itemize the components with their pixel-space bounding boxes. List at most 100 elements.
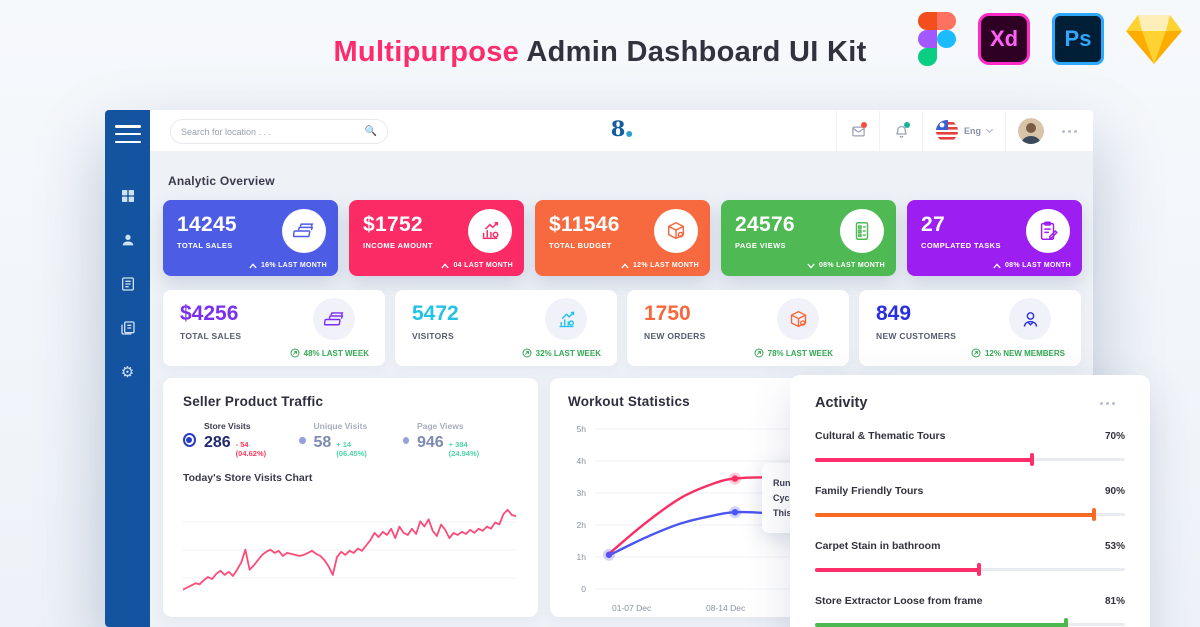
search-input[interactable] xyxy=(181,127,365,137)
customer-icon xyxy=(1009,298,1051,340)
mini-trend: 12% NEW MEMBERS xyxy=(971,348,1065,358)
slider-handle[interactable] xyxy=(977,563,981,576)
slider-handle[interactable] xyxy=(1064,618,1068,627)
metric-page-views[interactable]: Page Views 946 + 384 (24.94%) xyxy=(403,421,492,458)
search-icon[interactable]: 🔍 xyxy=(365,126,377,137)
sidebar-item-users[interactable] xyxy=(118,230,138,250)
activity-percent: 70% xyxy=(1105,431,1125,442)
trend-up-icon xyxy=(621,263,629,269)
mini-label: NEW CUSTOMERS xyxy=(876,331,956,341)
package-icon xyxy=(777,298,819,340)
mini-card-visitors: 5472 VISITORS 32% LAST WEEK xyxy=(395,290,617,366)
activity-item: Cultural & Thematic Tours 70% xyxy=(815,430,1125,466)
money-stack-icon xyxy=(313,298,355,340)
progress-bar[interactable] xyxy=(815,508,1125,521)
metric-label: Store Visits xyxy=(204,421,273,431)
metric-unique-visits[interactable]: Unique Visits 58 + 14 (06.45%) xyxy=(299,421,376,458)
stat-value: $11546 xyxy=(549,213,620,237)
stat-value: $1752 xyxy=(363,213,423,237)
activity-item: Carpet Stain in bathroom53% xyxy=(815,540,1125,576)
mini-label: TOTAL SALES xyxy=(180,331,241,341)
trend-circle-icon xyxy=(290,348,300,358)
growth-chart-icon xyxy=(468,209,512,253)
stat-card-total-sales: 14245 TOTAL SALES 16% LAST MONTH xyxy=(163,200,338,276)
stat-trend: 08% LAST MONTH xyxy=(993,262,1071,269)
language-selector[interactable]: Eng xyxy=(923,110,1005,152)
mini-label: VISITORS xyxy=(412,331,454,341)
stat-trend: 12% LAST MONTH xyxy=(621,262,699,269)
radio-unselected-icon[interactable] xyxy=(403,437,409,444)
photoshop-icon: Ps xyxy=(1052,13,1104,65)
design-tool-logos: Xd Ps xyxy=(918,12,1182,66)
mini-trend: 48% LAST WEEK xyxy=(290,348,369,358)
chart-subtitle: Today's Store Visits Chart xyxy=(183,472,518,484)
hamburger-menu-icon[interactable] xyxy=(113,122,143,146)
radio-unselected-icon[interactable] xyxy=(299,437,305,444)
seller-traffic-panel: Seller Product Traffic Store Visits 286 … xyxy=(163,378,538,617)
metric-delta: + 14 (06.45%) xyxy=(336,440,376,458)
sidebar-item-dashboard[interactable] xyxy=(118,186,138,206)
mini-value: 1750 xyxy=(644,302,691,326)
sidebar-item-reports[interactable] xyxy=(118,274,138,294)
progress-bar[interactable] xyxy=(815,453,1125,466)
trend-up-icon xyxy=(249,263,257,269)
package-icon xyxy=(654,209,698,253)
trend-up-icon xyxy=(993,263,1001,269)
mini-cards-row: $4256 TOTAL SALES 48% LAST WEEK 5472 VIS… xyxy=(163,290,1081,366)
mini-trend: 32% LAST WEEK xyxy=(522,348,601,358)
metric-label: Unique Visits xyxy=(314,421,377,431)
stat-label: TOTAL BUDGET xyxy=(549,241,612,250)
metric-value: 58 xyxy=(314,434,332,452)
stat-value: 27 xyxy=(921,213,945,237)
chevron-down-icon xyxy=(986,126,993,133)
activity-percent: 90% xyxy=(1105,486,1125,497)
slider-handle[interactable] xyxy=(1030,453,1034,466)
sidebar-item-pages[interactable] xyxy=(118,318,138,338)
growth-chart-icon xyxy=(545,298,587,340)
stat-card-budget: $11546 TOTAL BUDGET 12% LAST MONTH xyxy=(535,200,710,276)
metric-label: Page Views xyxy=(417,421,492,431)
sidebar: ⚙ xyxy=(105,110,150,627)
stat-value: 14245 xyxy=(177,213,237,237)
store-visits-chart[interactable] xyxy=(183,492,516,604)
mini-trend: 78% LAST WEEK xyxy=(754,348,833,358)
panel-title: Seller Product Traffic xyxy=(183,394,518,409)
sidebar-item-settings[interactable]: ⚙ xyxy=(118,362,138,382)
activity-panel: Activity Cultural & Thematic Tours70% Fa… xyxy=(790,375,1150,627)
progress-bar[interactable] xyxy=(815,618,1125,627)
mini-card-new-customers: 849 NEW CUSTOMERS 12% NEW MEMBERS xyxy=(859,290,1081,366)
radio-selected-icon[interactable] xyxy=(183,433,196,447)
mini-card-new-orders: 1750 NEW ORDERS 78% LAST WEEK xyxy=(627,290,849,366)
stat-value: 24576 xyxy=(735,213,795,237)
stat-trend: 08% LAST MONTH xyxy=(807,262,885,269)
metric-value: 286 xyxy=(204,434,231,452)
slider-handle[interactable] xyxy=(1092,508,1096,521)
activity-more-button[interactable] xyxy=(1090,402,1125,405)
topbar: 🔍 8 xyxy=(150,110,1093,152)
mini-value: $4256 xyxy=(180,302,238,326)
page: Multipurpose Admin Dashboard UI Kit Xd P… xyxy=(0,0,1200,627)
clipboard-tasks-icon xyxy=(1026,209,1070,253)
trend-circle-icon xyxy=(754,348,764,358)
messages-button[interactable] xyxy=(837,110,879,152)
xd-label: Xd xyxy=(990,26,1018,52)
stat-trend: 16% LAST MONTH xyxy=(249,262,327,269)
metric-store-visits[interactable]: Store Visits 286 - 54 (04.62%) xyxy=(183,421,273,458)
trend-circle-icon xyxy=(971,348,981,358)
section-title: Analytic Overview xyxy=(168,174,275,188)
avatar[interactable] xyxy=(1018,118,1044,144)
trend-down-icon xyxy=(807,263,815,269)
stat-card-page-views: 24576 PAGE VIEWS 08% LAST MONTH xyxy=(721,200,896,276)
stat-label: COMPLATED TASKS xyxy=(921,241,1001,250)
trend-up-icon xyxy=(441,263,449,269)
mini-card-total-sales: $4256 TOTAL SALES 48% LAST WEEK xyxy=(163,290,385,366)
activity-label: Family Friendly Tours xyxy=(815,485,923,497)
topbar-more-button[interactable] xyxy=(1052,130,1087,133)
money-stack-icon xyxy=(282,209,326,253)
activity-label: Cultural & Thematic Tours xyxy=(815,430,946,442)
activity-item: Store Extractor Loose from frame81% xyxy=(815,595,1125,627)
activity-percent: 81% xyxy=(1105,596,1125,607)
workout-y-axis: 5h 4h 3h 2h 1h 0 xyxy=(568,419,588,599)
progress-bar[interactable] xyxy=(815,563,1125,576)
notifications-button[interactable] xyxy=(880,110,922,152)
